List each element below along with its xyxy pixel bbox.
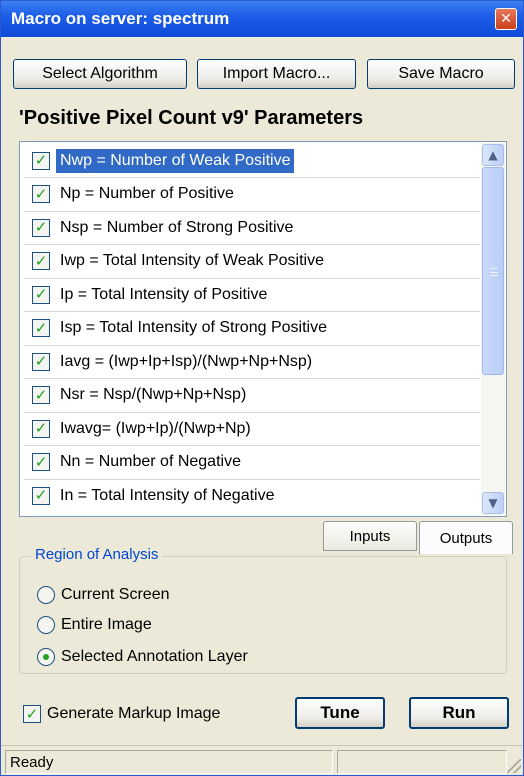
list-item[interactable]: ✓ Ip = Total Intensity of Positive [24,278,480,311]
list-item-label: Nsr = Nsp/(Nwp+Np+Nsp) [60,386,247,403]
radio-label: Entire Image [61,616,152,633]
generate-markup-label: Generate Markup Image [47,705,221,722]
close-button[interactable]: ✕ [495,8,517,30]
run-button[interactable]: Run [409,697,509,729]
radio-entire-image[interactable]: Entire Image [37,613,152,637]
scroll-up-button[interactable]: ▲ [482,144,504,166]
scrollbar-thumb[interactable] [482,167,504,375]
status-text: Ready [5,750,333,774]
tune-button[interactable]: Tune [295,697,385,729]
checkmark-icon[interactable]: ✓ [23,705,41,723]
grip-icon [490,268,498,276]
parameters-heading: 'Positive Pixel Count v9' Parameters [19,107,364,129]
list-item-label: Nwp = Number of Weak Positive [54,147,296,174]
chevron-down-icon: ▼ [488,496,498,510]
checkmark-icon[interactable]: ✓ [32,252,50,270]
checkmark-icon[interactable]: ✓ [32,285,50,304]
list-item[interactable]: ✓ Np = Number of Positive [24,178,480,211]
scroll-down-button[interactable]: ▼ [482,492,504,514]
checkmark-icon[interactable]: ✓ [32,419,50,438]
list-item-label: Iwp = Total Intensity of Weak Positive [60,252,324,269]
list-item[interactable]: ✓ Nsp = Number of Strong Positive [24,211,480,244]
checkmark-icon[interactable]: ✓ [32,151,50,170]
window-title: Macro on server: spectrum [11,9,230,28]
checkmark-icon[interactable]: ✓ [32,218,50,237]
parameters-list[interactable]: ✓ Nwp = Number of Weak Positive ✓ Np = Numb… [19,141,507,517]
save-macro-button[interactable]: Save Macro [367,59,515,89]
checkmark-icon[interactable]: ✓ [32,185,50,203]
list-item-label: Nsp = Number of Strong Positive [60,218,294,236]
list-item-label: Iwavg= (Iwp+Ip)/(Nwp+Np) [60,419,251,437]
list-item-label: Np = Number of Positive [60,185,234,202]
list-item-label: In = Total Intensity of Negative [60,486,275,504]
list-item-label: Ip = Total Intensity of Positive [60,285,268,303]
status-bar: Ready [1,745,523,775]
region-of-analysis-label: Region of Analysis [31,546,163,563]
radio-label: Current Screen [61,586,170,603]
list-item-label: Iavg = (Iwp+Ip+Isp)/(Nwp+Np+Nsp) [60,352,313,370]
checkmark-icon[interactable]: ✓ [32,352,50,371]
list-item[interactable]: ✓ Isp = Total Intensity of Strong Positiv… [24,312,480,345]
list-item[interactable]: ✓ Iavg = (Iwp+Ip+Isp)/(Nwp+Np+Nsp) [24,345,480,378]
chevron-up-icon: ▲ [488,148,498,162]
list-item[interactable]: ✓ Nsr = Nsp/(Nwp+Np+Nsp) [24,379,480,412]
generate-markup-checkbox[interactable]: ✓ Generate Markup Image [23,703,220,725]
list-scrollbar[interactable]: ▲ ▼ [481,143,505,515]
checkmark-icon[interactable]: ✓ [32,486,50,505]
list-item-label: Nn = Number of Negative [60,453,241,470]
list-item[interactable]: ✓ Iwavg= (Iwp+Ip)/(Nwp+Np) [24,412,480,445]
select-algorithm-button[interactable]: Select Algorithm [13,59,187,89]
radio-selected-annotation-layer[interactable]: Selected Annotation Layer [37,645,248,669]
radio-indicator[interactable] [37,648,55,666]
tab-inputs[interactable]: Inputs [323,521,417,551]
list-item[interactable]: ✓ In = Total Intensity of Negative [24,479,480,512]
checkmark-icon[interactable]: ✓ [32,386,50,404]
status-pane-empty [337,750,507,774]
list-item[interactable]: ✓ Nn = Number of Negative [24,446,480,479]
import-macro-button[interactable]: Import Macro... [197,59,356,89]
radio-indicator[interactable] [37,616,55,634]
list-item[interactable]: ✓ Iwp = Total Intensity of Weak Positive [24,245,480,278]
close-icon: ✕ [500,11,512,27]
resize-grip-icon[interactable] [507,759,521,773]
checkmark-icon[interactable]: ✓ [32,453,50,471]
radio-indicator[interactable] [37,586,55,604]
title-bar[interactable]: Macro on server: spectrum ✕ [1,1,523,37]
list-item-label: Isp = Total Intensity of Strong Positive [60,319,327,336]
list-item[interactable]: ✓ Nwp = Number of Weak Positive [24,144,480,177]
checkmark-icon[interactable]: ✓ [32,319,50,337]
macro-window: Macro on server: spectrum ✕ Select Algor… [0,0,524,776]
tab-outputs[interactable]: Outputs [419,521,513,554]
radio-label: Selected Annotation Layer [61,648,248,665]
radio-current-screen[interactable]: Current Screen [37,583,170,607]
